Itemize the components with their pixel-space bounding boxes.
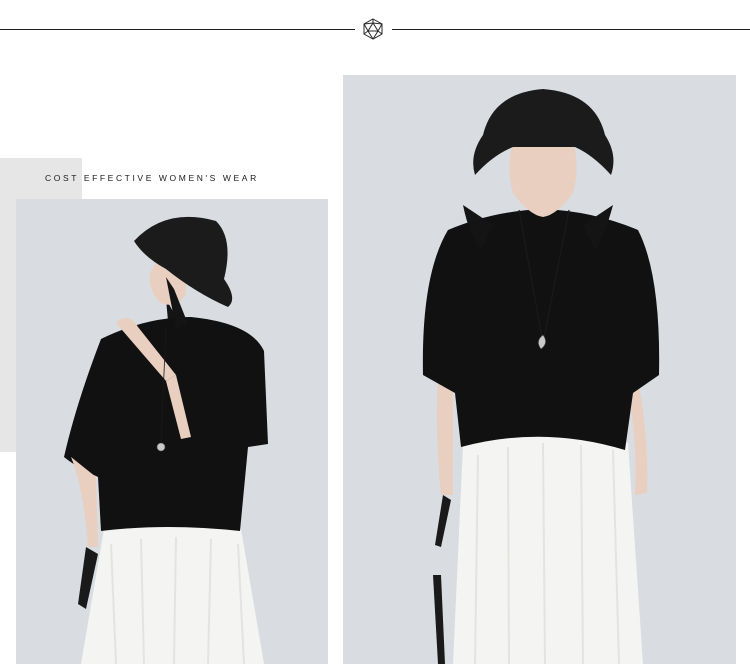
brand-tagline: COST EFFECTIVE WOMEN'S WEAR xyxy=(45,173,259,183)
model-front-pose-illustration xyxy=(343,75,736,664)
geometric-polyhedron-icon xyxy=(363,18,383,40)
model-side-pose-illustration xyxy=(16,199,328,664)
product-photo-side-pose[interactable] xyxy=(16,199,328,664)
header-divider-right xyxy=(392,29,750,30)
header-divider-left xyxy=(0,29,355,30)
product-photo-front-pose[interactable] xyxy=(343,75,736,664)
